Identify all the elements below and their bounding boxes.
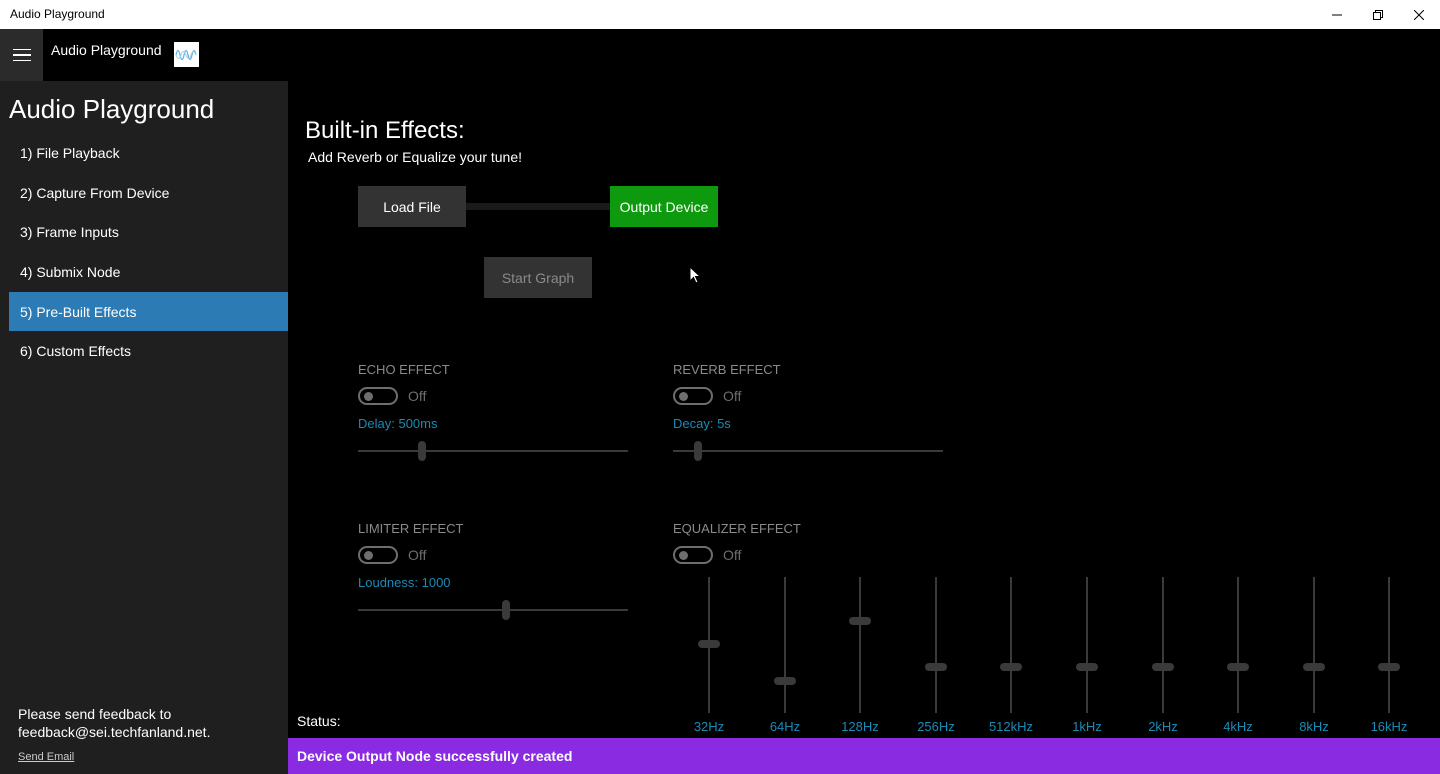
- equalizer-band-label: 128Hz: [841, 719, 879, 734]
- echo-toggle-state: Off: [408, 388, 427, 404]
- limiter-loudness-label: Loudness: 1000: [358, 575, 451, 590]
- equalizer-band-label: 8kHz: [1299, 719, 1329, 734]
- equalizer-effect-toggle[interactable]: [673, 546, 713, 564]
- slider-thumb[interactable]: [694, 441, 702, 461]
- slider-track: [1237, 577, 1239, 713]
- output-device-button[interactable]: Output Device: [610, 186, 718, 227]
- equalizer-band-slider[interactable]: [1303, 577, 1325, 713]
- slider-track: [1388, 577, 1390, 713]
- restore-icon: [1373, 9, 1383, 20]
- window-titlebar: Audio Playground: [0, 0, 1440, 29]
- start-graph-button[interactable]: Start Graph: [484, 257, 592, 298]
- hamburger-icon-line: [12, 54, 31, 56]
- sidebar-item-custom-effects[interactable]: 6) Custom Effects: [9, 331, 288, 370]
- send-email-link[interactable]: Send Email: [18, 751, 74, 763]
- reverb-toggle-state: Off: [723, 388, 742, 404]
- equalizer-band-label: 512kHz: [988, 719, 1034, 734]
- limiter-toggle-state: Off: [408, 547, 427, 563]
- equalizer-band-label: 256Hz: [917, 719, 955, 734]
- limiter-effect-toggle[interactable]: [358, 546, 398, 564]
- slider-track: [1162, 577, 1164, 713]
- app-header: Audio Playground: [0, 29, 1440, 81]
- slider-thumb[interactable]: [925, 663, 947, 671]
- status-label: Status:: [297, 713, 341, 729]
- equalizer-band-slider[interactable]: [774, 577, 796, 713]
- restore-button[interactable]: [1355, 0, 1401, 29]
- sidebar-item-file-playback[interactable]: 1) File Playback: [9, 133, 288, 172]
- slider-thumb[interactable]: [698, 640, 720, 648]
- slider-thumb[interactable]: [1378, 663, 1400, 671]
- slider-thumb[interactable]: [1152, 663, 1174, 671]
- sidebar-heading: Audio Playground: [9, 94, 215, 124]
- feedback-email: feedback@sei.techfanland.net.: [18, 724, 211, 740]
- slider-track: [859, 577, 861, 713]
- equalizer-band-slider[interactable]: [925, 577, 947, 713]
- equalizer-band-slider[interactable]: [698, 577, 720, 713]
- sidebar-item-pre-built-effects[interactable]: 5) Pre-Built Effects: [9, 292, 288, 331]
- equalizer-band-label: 2kHz: [1148, 719, 1178, 734]
- hamburger-icon-line: [12, 48, 31, 51]
- slider-track: [935, 577, 937, 713]
- page-subtitle: Add Reverb or Equalize your tune!: [308, 149, 523, 165]
- equalizer-band-slider[interactable]: [1152, 577, 1174, 713]
- echo-effect-toggle[interactable]: [358, 387, 398, 405]
- sidebar: Audio Playground 1) File Playback 2) Cap…: [0, 81, 288, 774]
- minimize-icon: [1332, 14, 1342, 15]
- slider-track: [1010, 577, 1012, 713]
- equalizer-effect-label: EQUALIZER EFFECT: [673, 521, 801, 536]
- feedback-line-1: Please send feedback to: [18, 706, 172, 722]
- slider-track: [358, 450, 628, 452]
- echo-effect-label: ECHO EFFECT: [358, 362, 450, 377]
- reverb-decay-slider[interactable]: [673, 441, 943, 461]
- equalizer-band-label: 64Hz: [769, 719, 801, 734]
- close-button[interactable]: [1396, 0, 1440, 29]
- slider-thumb[interactable]: [1303, 663, 1325, 671]
- hamburger-icon-line: [12, 59, 31, 62]
- slider-thumb[interactable]: [774, 677, 796, 685]
- slider-track: [1086, 577, 1088, 713]
- page-title: Built-in Effects:: [305, 117, 465, 144]
- window-title: Audio Playground: [10, 7, 105, 21]
- reverb-effect-toggle[interactable]: [673, 387, 713, 405]
- reverb-decay-label: Decay: 5s: [673, 416, 731, 431]
- slider-thumb[interactable]: [1000, 663, 1022, 671]
- equalizer-band-slider[interactable]: [849, 577, 871, 713]
- slider-thumb[interactable]: [418, 441, 426, 461]
- app-header-title: Audio Playground: [51, 42, 162, 58]
- waveform-icon: [174, 42, 199, 67]
- equalizer-band-label: 16kHz: [1370, 719, 1408, 734]
- slider-track: [1313, 577, 1315, 713]
- graph-connector: [466, 203, 610, 210]
- equalizer-band-slider[interactable]: [1378, 577, 1400, 713]
- limiter-effect-label: LIMITER EFFECT: [358, 521, 464, 536]
- equalizer-band-slider[interactable]: [1000, 577, 1022, 713]
- sidebar-item-capture-from-device[interactable]: 2) Capture From Device: [9, 173, 288, 212]
- equalizer-band-label: 32Hz: [693, 719, 725, 734]
- status-message-bar: Device Output Node successfully created: [288, 738, 1440, 774]
- slider-thumb[interactable]: [1227, 663, 1249, 671]
- slider-thumb[interactable]: [849, 617, 871, 625]
- limiter-loudness-slider[interactable]: [358, 600, 628, 620]
- equalizer-band-label: 1kHz: [1072, 719, 1102, 734]
- reverb-effect-label: REVERB EFFECT: [673, 362, 781, 377]
- equalizer-band-slider[interactable]: [1227, 577, 1249, 713]
- slider-thumb[interactable]: [502, 600, 510, 620]
- slider-thumb[interactable]: [1076, 663, 1098, 671]
- sidebar-item-frame-inputs[interactable]: 3) Frame Inputs: [9, 212, 288, 251]
- echo-delay-slider[interactable]: [358, 441, 628, 461]
- mouse-cursor-icon: [689, 266, 702, 284]
- feedback-text: Please send feedback to feedback@sei.tec…: [18, 705, 210, 741]
- close-icon: [1414, 9, 1424, 20]
- slider-track: [784, 577, 786, 713]
- load-file-button[interactable]: Load File: [358, 186, 466, 227]
- equalizer-band-slider[interactable]: [1076, 577, 1098, 713]
- minimize-button[interactable]: [1314, 0, 1360, 29]
- sidebar-item-submix-node[interactable]: 4) Submix Node: [9, 252, 288, 291]
- hamburger-menu-button[interactable]: [0, 29, 43, 81]
- equalizer-toggle-state: Off: [723, 547, 742, 563]
- slider-track: [673, 450, 943, 452]
- equalizer-band-label: 4kHz: [1223, 719, 1253, 734]
- slider-track: [358, 609, 628, 611]
- echo-delay-label: Delay: 500ms: [358, 416, 438, 431]
